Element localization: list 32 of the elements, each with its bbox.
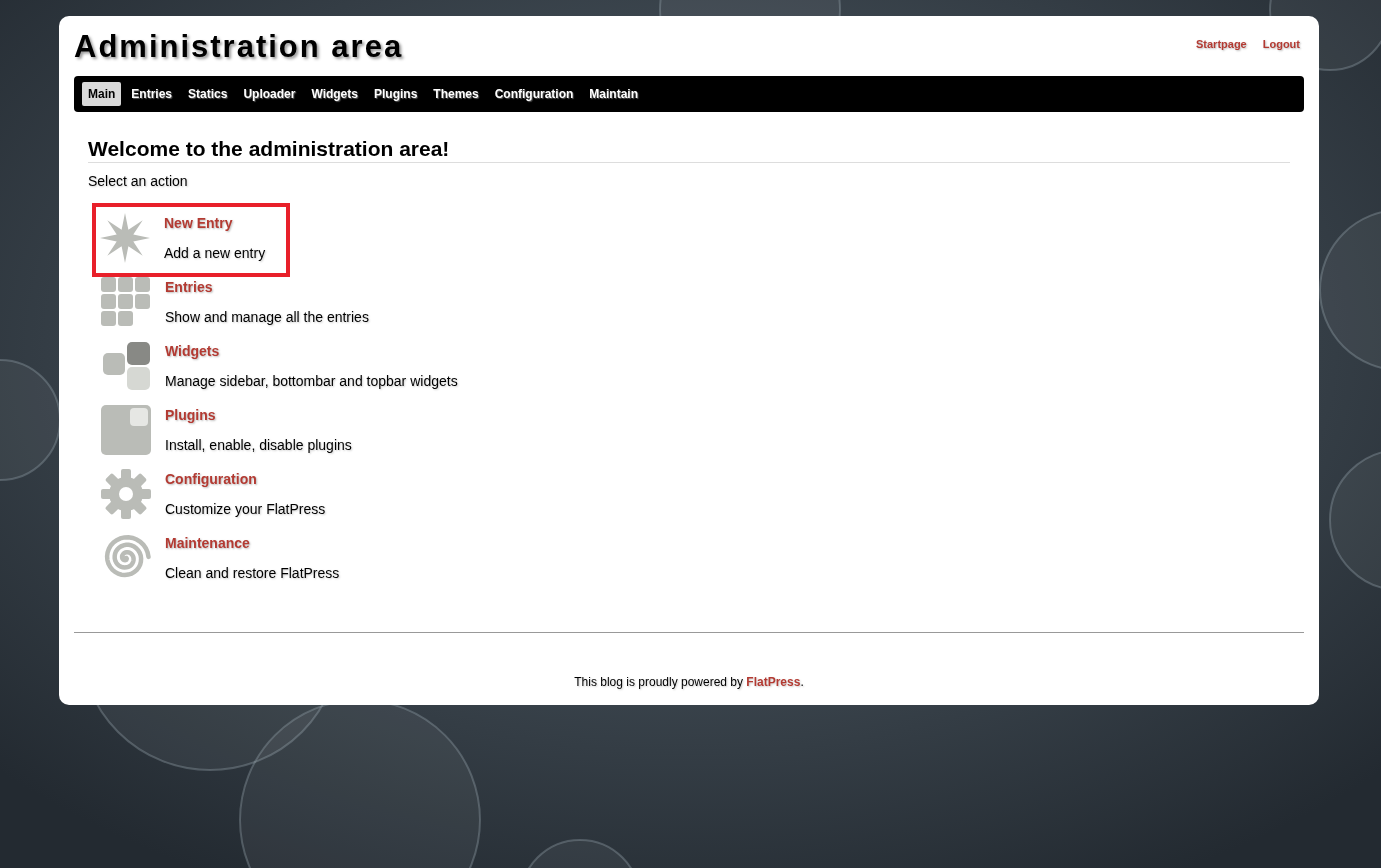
action-link[interactable]: Maintenance: [165, 533, 250, 555]
plugin-icon: [101, 405, 151, 456]
action-link[interactable]: Configuration: [165, 469, 257, 491]
action-link[interactable]: Widgets: [165, 341, 220, 363]
nav-tab[interactable]: Statics: [182, 82, 234, 107]
action-description: Install, enable, disable plugins: [165, 436, 352, 456]
intro-text: Select an action: [88, 172, 189, 192]
action-description: Show and manage all the entries: [165, 308, 369, 328]
action-link[interactable]: Plugins: [165, 405, 216, 427]
action-description: Customize your FlatPress: [165, 500, 326, 520]
gear-icon: [101, 469, 151, 520]
nav-tab[interactable]: Widgets: [305, 82, 364, 107]
site-title: Administration area: [74, 28, 404, 66]
action-description: Manage sidebar, bottombar and topbar widgets: [165, 372, 458, 392]
nav-tab[interactable]: Uploader: [237, 82, 302, 107]
star-icon: [100, 213, 150, 264]
action-link[interactable]: New Entry: [164, 213, 233, 235]
page-heading: Welcome to the administration area!: [88, 136, 1290, 164]
nav-tab[interactable]: Main: [82, 82, 122, 107]
footer-text: This blog is proudly powered by FlatPress.: [573, 674, 805, 692]
nav-tab[interactable]: Configuration: [488, 82, 580, 107]
grid-icon: [101, 277, 151, 328]
header-link[interactable]: Startpage: [1196, 36, 1247, 53]
nav-tab[interactable]: Plugins: [367, 82, 424, 107]
blocks-icon: [101, 341, 151, 392]
action-description: Add a new entry: [164, 244, 266, 264]
nav-tab[interactable]: Maintain: [583, 82, 644, 107]
action-link[interactable]: Entries: [165, 277, 213, 299]
header-link[interactable]: Logout: [1262, 36, 1300, 53]
nav-tab[interactable]: Entries: [125, 82, 179, 107]
action-description: Clean and restore FlatPress: [165, 564, 340, 584]
nav-tab[interactable]: Themes: [427, 82, 485, 107]
